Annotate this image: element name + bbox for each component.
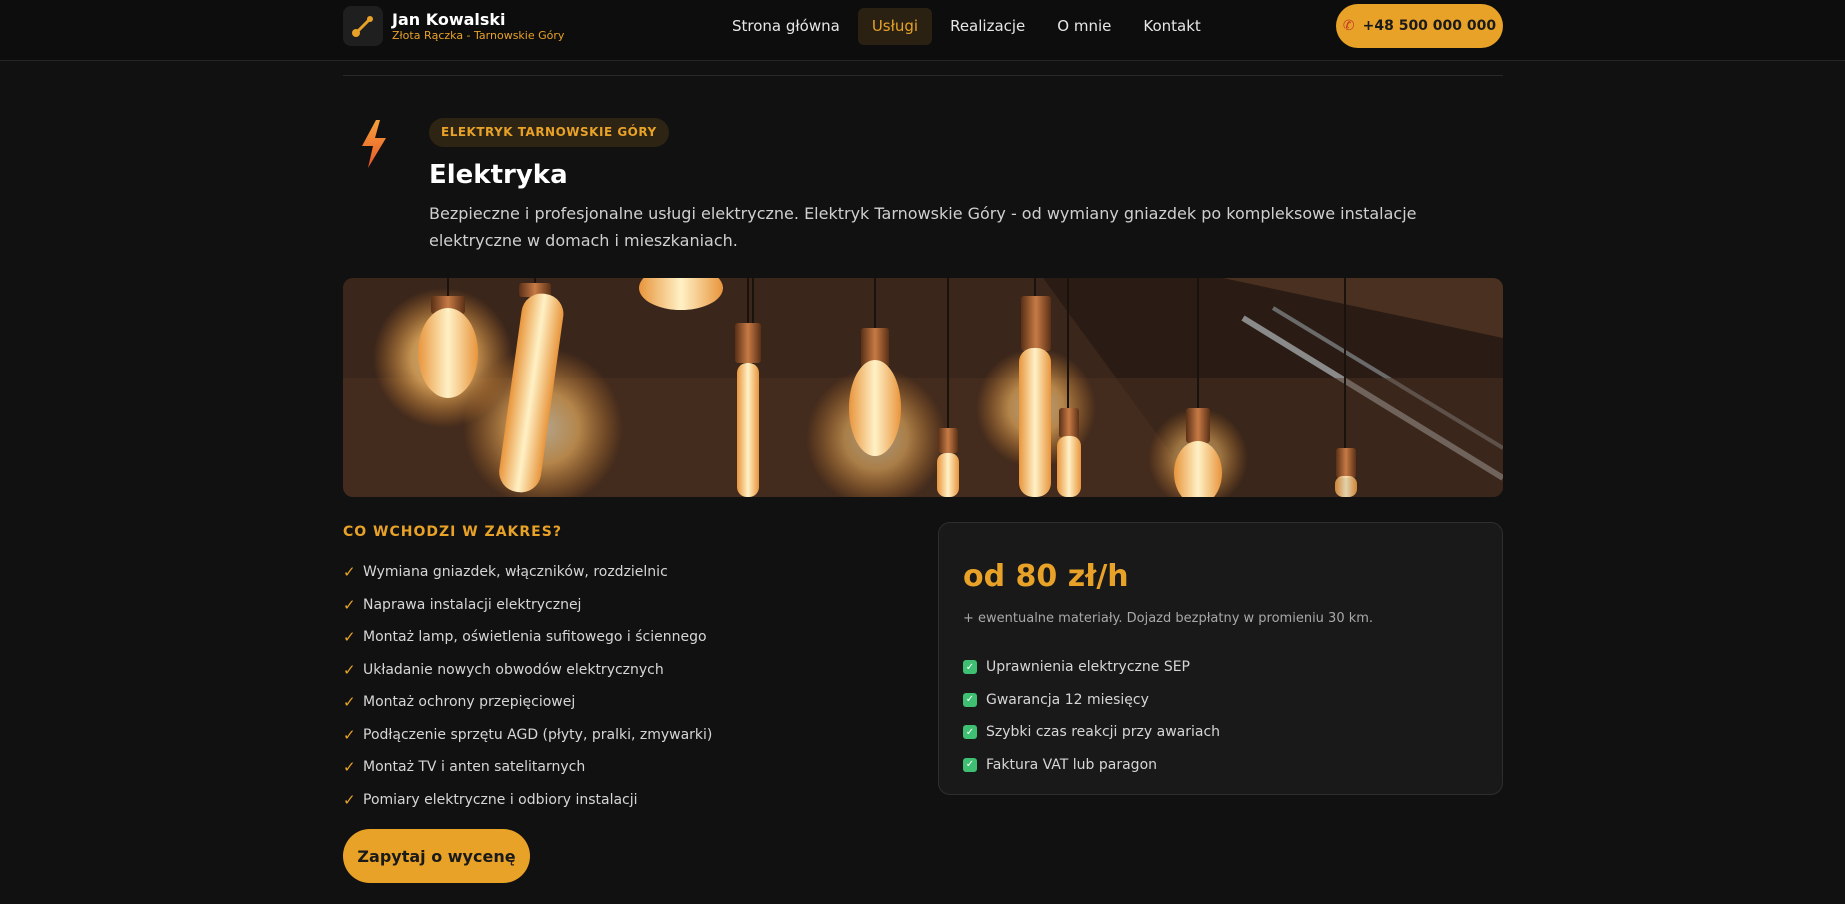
quote-request-button[interactable]: Zapytaj o wycenę: [343, 829, 530, 883]
checkmark-icon: ✓: [343, 595, 356, 614]
nav-projects[interactable]: Realizacje: [936, 8, 1039, 45]
checkmark-icon: ✓: [343, 790, 356, 809]
scope-item: ✓ Układanie nowych obwodów elektrycznych: [343, 660, 664, 679]
checkmark-icon: ✓: [343, 563, 356, 582]
site-header: Jan Kowalski Złota Rączka - Tarnowskie G…: [0, 0, 1845, 61]
phone-label: +48 500 000 000: [1362, 18, 1497, 34]
phone-button[interactable]: ✆ +48 500 000 000: [1336, 4, 1503, 48]
scope-item: ✓ Podłączenie sprzętu AGD (płyty, pralki,…: [343, 725, 713, 744]
service-badge: ELEKTRYK TARNOWSKIE GÓRY: [429, 118, 669, 147]
feature-item: ✓ Szybki czas reakcji przy awariach: [963, 716, 1220, 749]
checkmark-icon: ✓: [343, 628, 356, 647]
checkbox-checked-icon: ✓: [963, 725, 977, 740]
phone-icon: ✆: [1342, 18, 1355, 34]
price: od 80 zł/h: [963, 559, 1129, 594]
brand-name: Jan Kowalski: [392, 9, 506, 29]
scope-item: ✓ Naprawa instalacji elektrycznej: [343, 595, 582, 614]
service-title: Elektryka: [429, 160, 568, 190]
scope-title: CO WCHODZI W ZAKRES?: [343, 524, 562, 540]
scope-item: ✓ Montaż ochrony przepięciowej: [343, 693, 576, 712]
feature-list: ✓ Uprawnienia elektryczne SEP ✓ Gwarancja …: [963, 651, 1220, 781]
scope-item: ✓ Montaż TV i anten satelitarnych: [343, 758, 586, 777]
feature-item: ✓ Faktura VAT lub paragon: [963, 749, 1220, 782]
nav-about[interactable]: O mnie: [1043, 8, 1125, 45]
price-note: + ewentualne materiały. Dojazd bezpłatny…: [963, 611, 1374, 626]
nav-home[interactable]: Strona główna: [718, 8, 854, 45]
service-description: Bezpieczne i profesjonalne usługi elektr…: [429, 204, 1417, 250]
scope-item: ✓ Pomiary elektryczne i odbiory instalacj…: [343, 790, 638, 809]
wrench-icon: [343, 6, 383, 46]
scope-item: ✓ Wymiana gniazdek, włączników, rozdzieln…: [343, 563, 668, 582]
checkbox-checked-icon: ✓: [963, 757, 977, 772]
checkmark-icon: ✓: [343, 725, 356, 744]
checkbox-checked-icon: ✓: [963, 660, 977, 675]
section-divider: [343, 75, 1503, 76]
checkmark-icon: ✓: [343, 660, 356, 679]
main-nav: Strona główna Usługi Realizacje O mnie K…: [718, 8, 1215, 45]
checkmark-icon: ✓: [343, 758, 356, 777]
lightning-bolt-icon: [358, 118, 390, 170]
feature-item: ✓ Uprawnienia elektryczne SEP: [963, 651, 1220, 684]
scope-item: ✓ Montaż lamp, oświetlenia sufitowego i ś…: [343, 628, 707, 647]
scope-list: ✓ Wymiana gniazdek, włączników, rozdzieln…: [343, 556, 712, 816]
brand-subtitle: Złota Rączka - Tarnowskie Góry: [392, 28, 565, 42]
checkmark-icon: ✓: [343, 693, 356, 712]
nav-services[interactable]: Usługi: [857, 8, 933, 45]
nav-contact[interactable]: Kontakt: [1129, 8, 1214, 45]
feature-item: ✓ Gwarancja 12 miesięcy: [963, 684, 1220, 717]
checkbox-checked-icon: ✓: [963, 692, 977, 707]
brand[interactable]: Jan Kowalski Złota Rączka - Tarnowskie G…: [343, 6, 564, 46]
hero-image-light-bulbs: [343, 278, 1503, 497]
price-card: od 80 zł/h + ewentualne materiały. Dojaz…: [938, 522, 1503, 795]
